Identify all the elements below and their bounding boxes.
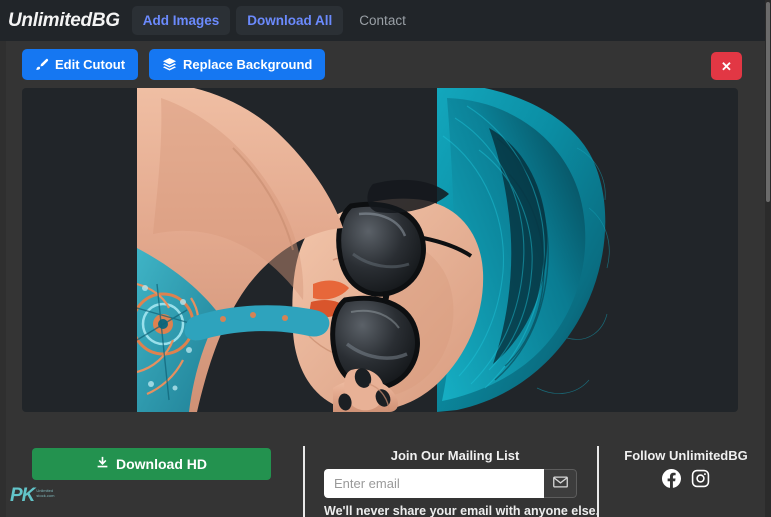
image-canvas[interactable]: [22, 88, 738, 412]
follow-column: Follow UnlimitedBG: [606, 448, 766, 493]
cutout-image: [137, 88, 627, 412]
scrollbar-thumb[interactable]: [766, 2, 770, 202]
app-root: UnlimitedBG Add Images Download All Cont…: [0, 0, 771, 517]
footer-divider-2: [597, 446, 599, 517]
facebook-icon[interactable]: [662, 469, 682, 493]
brush-icon: [35, 58, 49, 72]
layers-icon: [162, 57, 177, 72]
replace-background-label: Replace Background: [183, 57, 313, 72]
editor-card: Edit Cutout Replace Background ✕: [6, 41, 765, 436]
download-hd-button[interactable]: Download HD: [32, 448, 271, 480]
social-links: [606, 469, 766, 493]
download-hd-label: Download HD: [116, 456, 207, 472]
edit-cutout-button[interactable]: Edit Cutout: [22, 49, 139, 80]
mailing-list-column: Join Our Mailing List We'll never share …: [324, 448, 600, 517]
follow-title: Follow UnlimitedBG: [624, 448, 748, 463]
watermark-logo: PK Unlimited stock.com: [10, 486, 54, 505]
watermark-subtext: Unlimited stock.com: [36, 486, 54, 499]
close-image-button[interactable]: ✕: [711, 52, 742, 80]
nav-add-images-button[interactable]: Add Images: [131, 6, 231, 35]
watermark-mark: PK: [10, 485, 35, 506]
email-input[interactable]: [324, 469, 544, 498]
footer-divider-1: [303, 446, 305, 517]
nav-contact-link[interactable]: Contact: [349, 6, 416, 35]
edit-cutout-label: Edit Cutout: [55, 57, 126, 72]
mailing-list-note: We'll never share your email with anyone…: [324, 504, 600, 517]
mailing-list-form: [324, 469, 577, 498]
envelope-icon: [552, 476, 568, 491]
instagram-icon[interactable]: [691, 469, 710, 493]
mailing-list-title: Join Our Mailing List: [390, 448, 520, 463]
replace-background-button[interactable]: Replace Background: [149, 49, 326, 80]
editor-toolbar: Edit Cutout Replace Background ✕: [6, 41, 765, 88]
download-column: Download HD: [32, 448, 277, 480]
footer: Download HD PK Unlimited stock.com Join …: [6, 436, 765, 517]
nav-download-all-button[interactable]: Download All: [236, 6, 344, 35]
email-submit-button[interactable]: [544, 469, 577, 498]
navbar: UnlimitedBG Add Images Download All Cont…: [0, 0, 771, 41]
download-icon: [96, 456, 109, 472]
watermark-line2: stock.com: [36, 493, 55, 499]
brand-logo[interactable]: UnlimitedBG: [8, 10, 120, 32]
page-scrollbar[interactable]: [765, 0, 771, 517]
